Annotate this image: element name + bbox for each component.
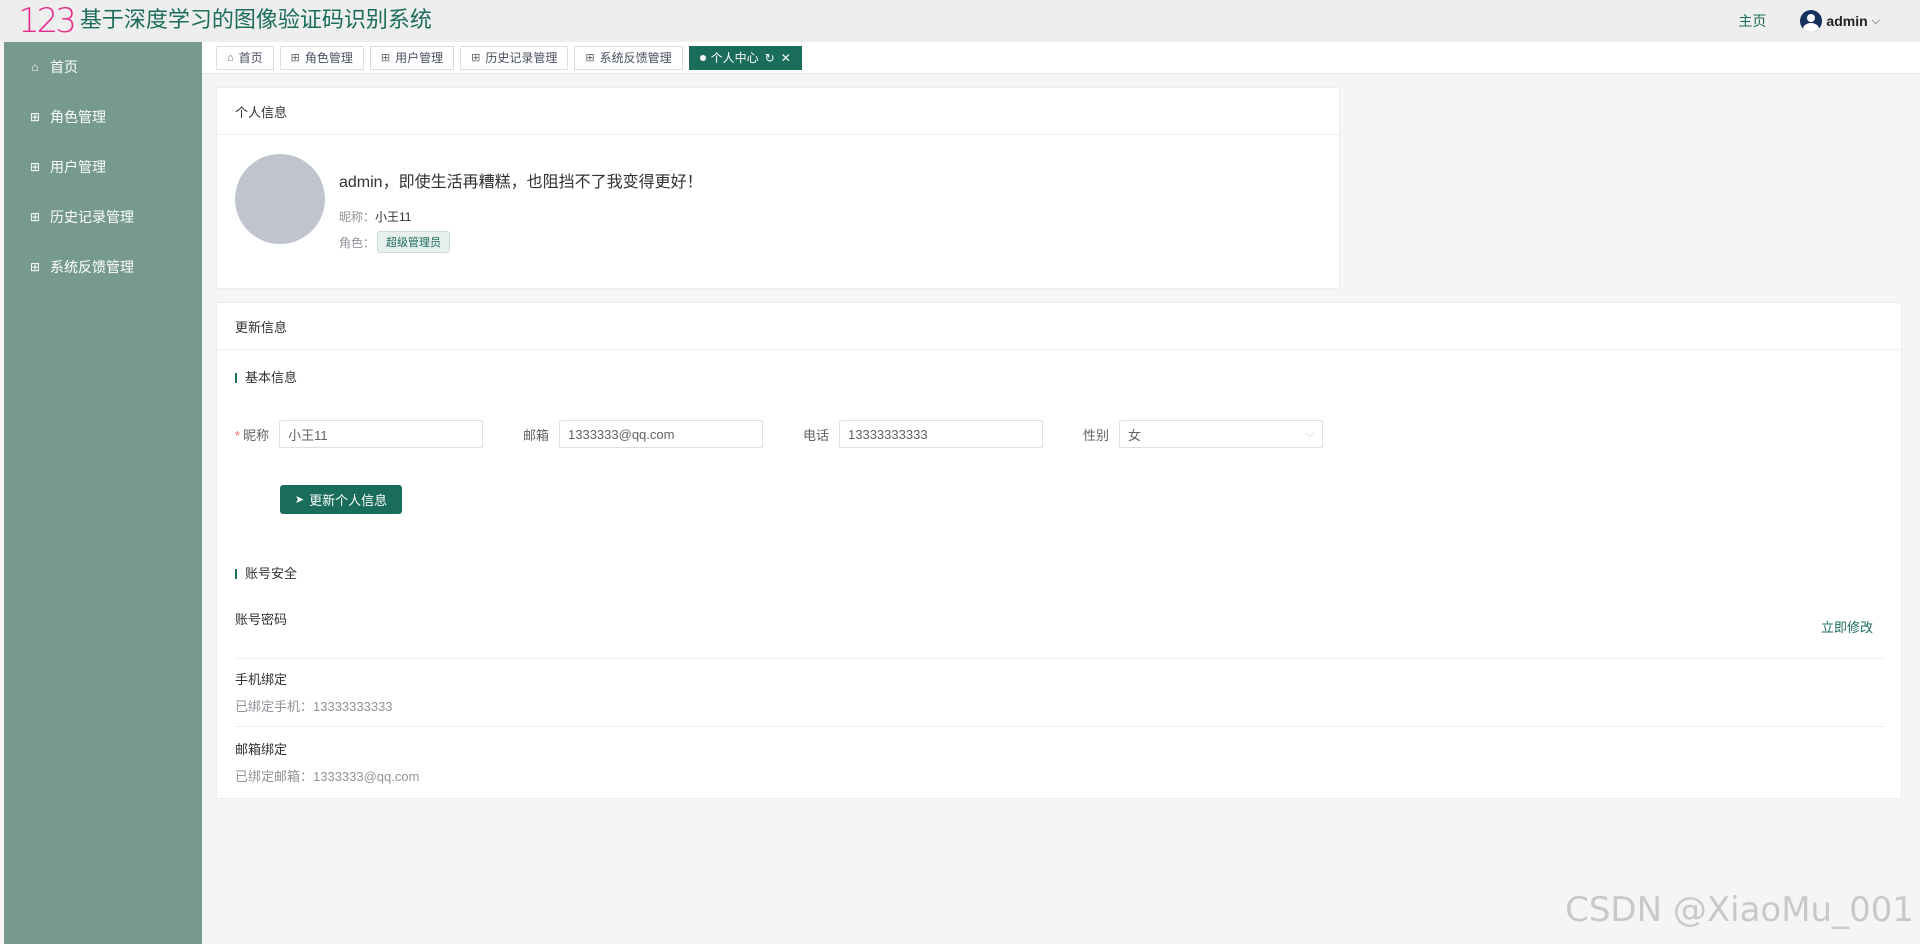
tab-feedback[interactable]: ⊞ 系统反馈管理: [574, 45, 683, 70]
role-info: 角色： 超级管理员: [339, 231, 451, 253]
security-section-title: 账号安全: [235, 567, 297, 580]
avatar[interactable]: [235, 154, 325, 244]
home-icon: ⌂: [227, 51, 234, 64]
role-label: 角色：: [339, 235, 376, 250]
home-link[interactable]: 主页: [1738, 11, 1766, 31]
greeting-text: admin，即使生活再糟糕，也阻挡不了我变得更好！: [339, 174, 703, 191]
tab-label: 角色管理: [304, 51, 353, 65]
grid-icon: ⊞: [290, 52, 300, 64]
grid-icon: ⊞: [471, 52, 481, 64]
gender-field-label: 性别: [1083, 427, 1110, 443]
sidebar: ⌂ 首页 ⊞ 角色管理 ⊞ 用户管理 ⊞ 历史记录管理 ⊞ 系统反馈管理: [4, 42, 202, 944]
password-row: 账号密码 立即修改: [235, 609, 1885, 659]
phone-bind-row: 手机绑定 已绑定手机：13333333333: [235, 669, 1885, 727]
email-field-label: 邮箱: [523, 427, 550, 443]
app-logo: 123: [18, 1, 77, 41]
gender-select-value: 女: [1128, 427, 1142, 443]
top-header: 123 基于深度学习的图像验证码识别系统 主页 admin ⌵: [0, 0, 1920, 42]
tab-home[interactable]: ⌂ 首页: [216, 45, 274, 70]
app-title: 基于深度学习的图像验证码识别系统: [79, 8, 432, 33]
grid-icon: ⊞: [29, 260, 41, 274]
update-button-label: 更新个人信息: [309, 493, 388, 508]
phone-bind-title: 手机绑定: [235, 672, 288, 687]
nickname-input[interactable]: [279, 420, 484, 448]
sidebar-item-label: 用户管理: [50, 159, 106, 175]
profile-card-title: 个人信息: [217, 88, 1339, 135]
tab-label: 用户管理: [395, 51, 444, 65]
tab-users[interactable]: ⊞ 用户管理: [369, 45, 455, 70]
tab-label: 系统反馈管理: [599, 51, 672, 65]
basic-info-section-title: 基本信息: [235, 371, 297, 384]
sidebar-item-label: 历史记录管理: [50, 209, 134, 225]
phone-form-item: 电话: [803, 419, 1044, 449]
user-avatar-icon[interactable]: [1800, 10, 1823, 32]
phone-field-label: 电话: [803, 427, 830, 443]
nickname-field-label: * 昵称: [235, 427, 270, 443]
nickname-info: 昵称：小王11: [339, 208, 411, 225]
gender-form-item: 性别 女 ⌵: [1083, 419, 1324, 449]
active-dot-icon: [699, 54, 706, 61]
phone-bind-desc: 已绑定手机：13333333333: [235, 699, 393, 714]
sidebar-item-label: 首页: [50, 59, 78, 75]
send-icon: ➤: [294, 494, 305, 506]
phone-input[interactable]: [839, 420, 1044, 448]
email-form-item: 邮箱: [523, 419, 764, 449]
grid-icon: ⊞: [29, 210, 41, 224]
sidebar-item-label: 角色管理: [50, 109, 106, 125]
grid-icon: ⊞: [380, 52, 391, 64]
sidebar-item-history[interactable]: ⊞ 历史记录管理: [4, 192, 202, 242]
grid-icon: ⊞: [29, 110, 41, 124]
basic-info-form: *昵称 邮箱 电话 性别 女 ⌵: [217, 419, 1903, 449]
modify-password-link[interactable]: 立即修改: [1821, 617, 1873, 636]
tab-label: 历史记录管理: [485, 51, 558, 65]
tags-view-bar: ⌂ 首页 ⊞ 角色管理 ⊞ 用户管理 ⊞ 历史记录管理 ⊞ 系统反馈管理 个人中…: [202, 42, 1920, 74]
sidebar-item-users[interactable]: ⊞ 用户管理: [4, 142, 202, 192]
password-row-title: 账号密码: [235, 612, 288, 627]
gender-select[interactable]: 女 ⌵: [1119, 420, 1324, 448]
email-bind-title: 邮箱绑定: [235, 742, 288, 757]
email-input[interactable]: [559, 420, 764, 448]
user-name[interactable]: admin: [1826, 13, 1867, 29]
watermark: CSDN @XiaoMu_001: [1565, 890, 1914, 930]
header-right: 主页 admin ⌵: [1738, 0, 1880, 42]
chevron-down-icon: ⌵: [1305, 427, 1315, 440]
role-badge: 超级管理员: [377, 231, 451, 253]
tab-roles[interactable]: ⊞ 角色管理: [279, 45, 364, 70]
update-profile-button[interactable]: ➤ 更新个人信息: [280, 485, 402, 514]
tab-history[interactable]: ⊞ 历史记录管理: [460, 45, 569, 70]
refresh-icon[interactable]: ↻: [765, 51, 775, 65]
sidebar-item-label: 系统反馈管理: [50, 259, 134, 275]
tab-profile[interactable]: 个人中心 ↻ ✕: [688, 45, 802, 70]
email-bind-desc: 已绑定邮箱：1333333@qq.com: [235, 769, 420, 784]
nickname-value: 小王11: [375, 210, 412, 224]
required-mark: *: [235, 427, 241, 443]
update-card-title: 更新信息: [217, 303, 1901, 350]
nickname-label: 昵称：: [339, 210, 376, 224]
tab-label: 个人中心: [710, 51, 759, 65]
grid-icon: ⊞: [29, 160, 41, 174]
nickname-form-item: * 昵称: [235, 419, 484, 449]
sidebar-item-feedback[interactable]: ⊞ 系统反馈管理: [4, 242, 202, 292]
update-info-card: 更新信息 基本信息 *昵称 邮箱 电话 性别 女 ⌵ ➤ 更新个人信息 账号安全…: [216, 302, 1902, 799]
chevron-down-icon[interactable]: ⌵: [1872, 15, 1880, 28]
grid-icon: ⊞: [585, 52, 595, 64]
email-bind-row: 邮箱绑定 已绑定邮箱：1333333@qq.com: [235, 739, 1885, 789]
sidebar-item-home[interactable]: ⌂ 首页: [4, 42, 202, 92]
sidebar-item-roles[interactable]: ⊞ 角色管理: [4, 92, 202, 142]
close-icon[interactable]: ✕: [781, 51, 791, 65]
home-icon: ⌂: [31, 60, 39, 74]
profile-card: 个人信息 admin，即使生活再糟糕，也阻挡不了我变得更好！ 昵称：小王11 角…: [216, 87, 1340, 289]
tab-label: 首页: [238, 51, 263, 65]
